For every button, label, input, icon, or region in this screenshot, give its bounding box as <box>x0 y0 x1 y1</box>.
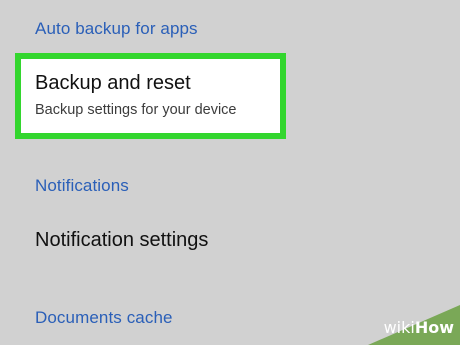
section-header-documents-cache: Documents cache <box>35 308 173 327</box>
watermark-how: How <box>414 318 454 337</box>
backup-and-reset-subtitle: Backup settings for your device <box>35 102 237 118</box>
notification-settings-item[interactable]: Notification settings <box>35 229 208 252</box>
watermark-text: wikiHow <box>384 318 454 337</box>
backup-and-reset-title[interactable]: Backup and reset <box>35 72 191 95</box>
section-header-notifications: Notifications <box>35 176 129 195</box>
section-header-auto-backup: Auto backup for apps <box>35 19 198 38</box>
wikihow-watermark: wikiHow <box>368 305 460 345</box>
watermark-wiki: wiki <box>383 318 415 337</box>
backup-reset-highlight[interactable] <box>15 53 286 139</box>
